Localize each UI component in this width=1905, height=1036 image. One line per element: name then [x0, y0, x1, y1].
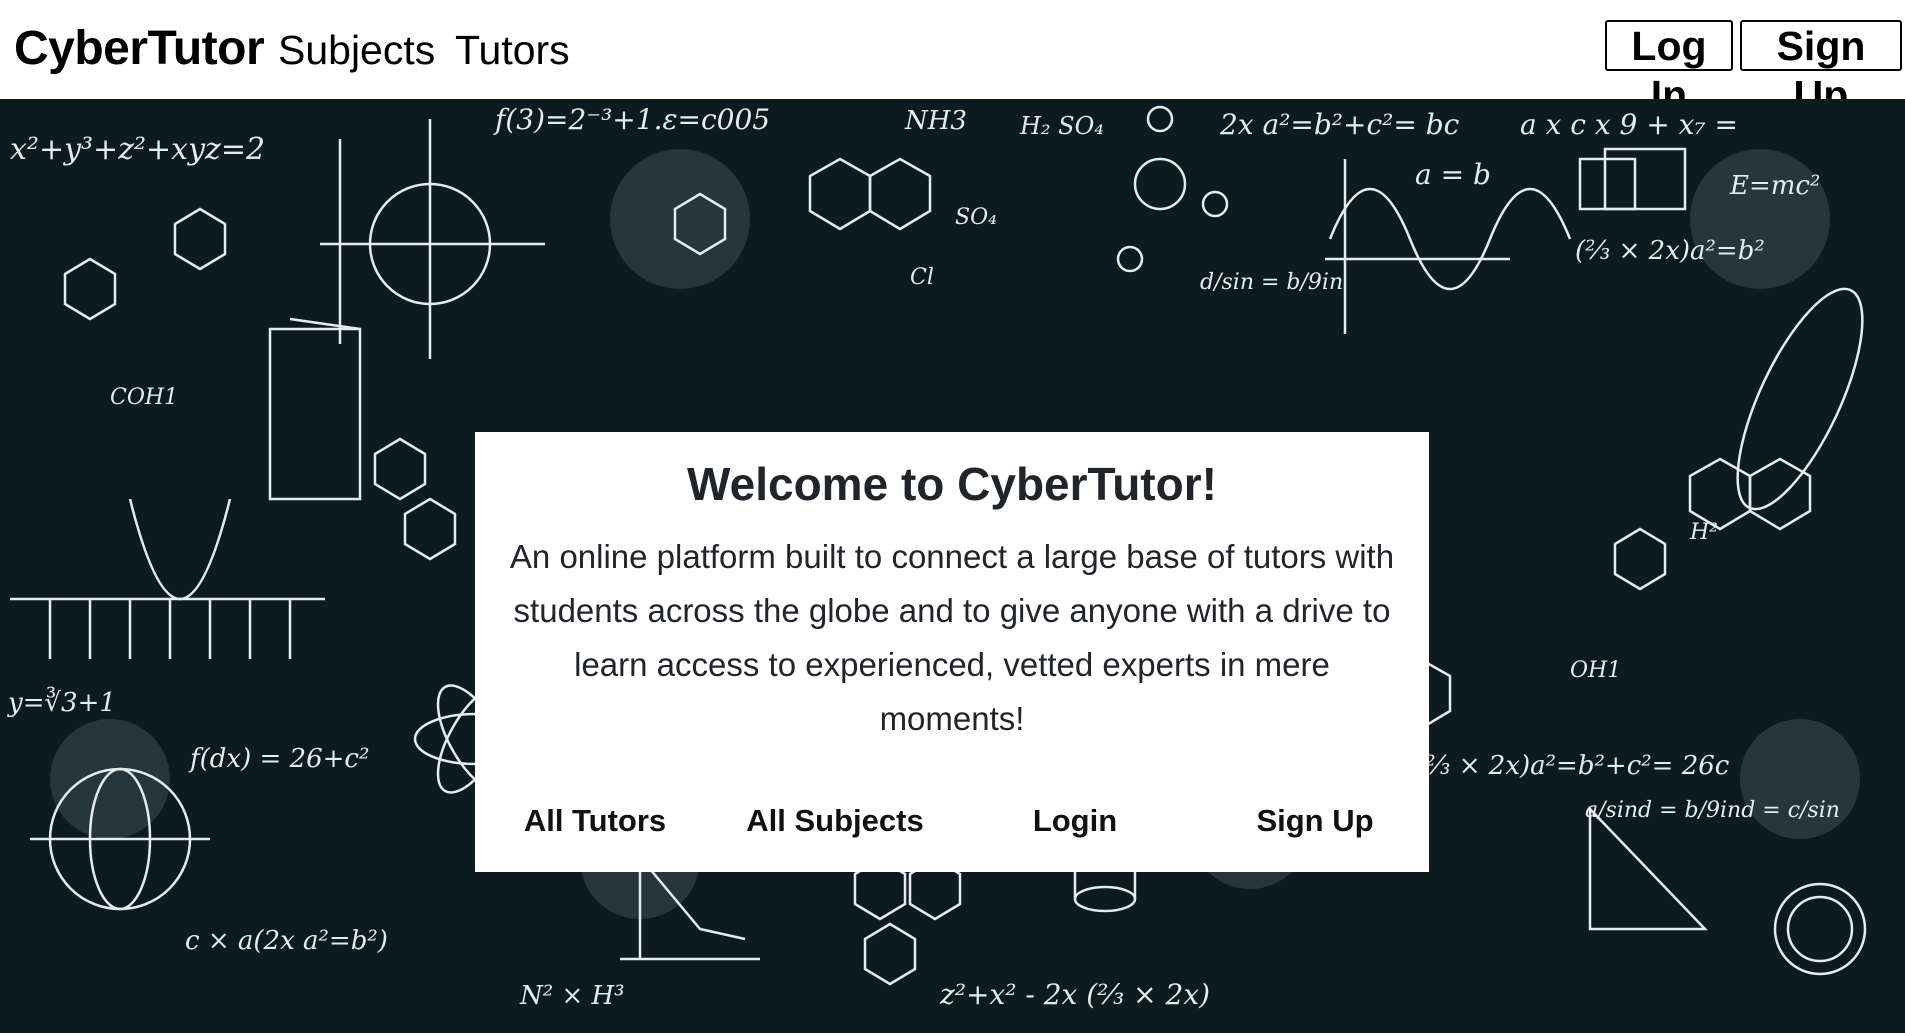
chalk-text: z²+x² - 2x (²⁄₃ × 2x) [939, 978, 1210, 1011]
signup-link[interactable]: Sign Up [1195, 796, 1435, 846]
chalk-text: COH1 [110, 385, 178, 410]
chalk-text: d/sin = b/9in [1200, 270, 1343, 295]
signup-button[interactable]: Sign Up [1740, 20, 1902, 118]
chalk-text: NH3 [904, 106, 967, 136]
welcome-title: Welcome to CyberTutor! [687, 458, 1217, 510]
login-link[interactable]: Login [955, 796, 1195, 846]
chalk-text: 2x a²=b²+c²= bc [1219, 108, 1460, 141]
nav-link-tutors[interactable]: Tutors [455, 24, 570, 76]
chalk-text: SO₄ [955, 205, 997, 230]
chalk-text: H₂ SO₄ [1019, 112, 1104, 140]
chalk-text: y=∛3+1 [7, 686, 116, 718]
chalk-text: (²⁄₃ × 2x)a²=b² [1575, 236, 1765, 266]
chalk-text: c × a(2x a²=b²) [185, 926, 388, 956]
top-navbar: CyberTutor Subjects Tutors Log In Sign U… [0, 0, 1905, 118]
chalk-text: f(3)=2⁻³+1.ε=c005 [493, 103, 770, 136]
all-subjects-link[interactable]: All Subjects [715, 796, 955, 846]
chalk-text: a x c x 9 + x₇ = [1520, 108, 1738, 141]
login-button[interactable]: Log In [1605, 20, 1733, 118]
nav-link-subjects[interactable]: Subjects [278, 24, 435, 76]
brand-logo-link[interactable]: CyberTutor [14, 20, 265, 78]
chalk-text: OH1 [1570, 658, 1621, 683]
chalk-text: N² × H³ [519, 981, 625, 1011]
welcome-card: Welcome to CyberTutor! An online platfor… [475, 432, 1429, 872]
chalk-text: f(dx) = 26+c² [188, 744, 369, 774]
all-tutors-link[interactable]: All Tutors [475, 796, 715, 846]
welcome-card-links: All Tutors All Subjects Login Sign Up [475, 796, 1429, 846]
chalk-text: E=mc² [1729, 171, 1820, 201]
chalk-text: a = b [1415, 158, 1491, 191]
hero-section: x²+y³+z²+xyz=2 f(3)=2⁻³+1.ε=c005 NH3 H₂ … [0, 99, 1905, 1033]
chalk-text: Cl [910, 265, 934, 290]
chalk-text: a/sind = b/9ind = c/sin [1585, 798, 1840, 823]
welcome-description: An online platform built to connect a la… [509, 538, 1395, 737]
chalk-text: x²+y³+z²+xyz=2 [10, 132, 265, 167]
